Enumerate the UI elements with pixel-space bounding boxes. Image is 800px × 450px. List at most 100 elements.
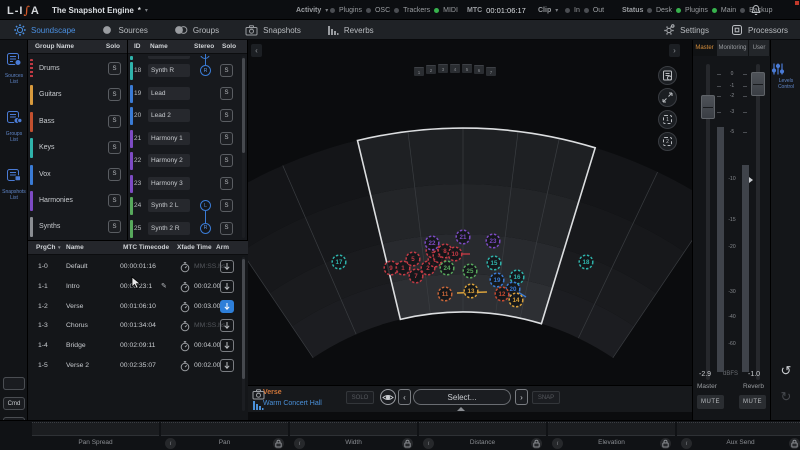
source-dot-18[interactable]: 18 bbox=[578, 254, 594, 270]
stopwatch-icon[interactable] bbox=[180, 321, 190, 332]
lock-icon[interactable] bbox=[273, 438, 284, 449]
param-section-aux-send[interactable]: Aux Send i bbox=[677, 421, 800, 450]
source-dot-24[interactable]: 24 bbox=[439, 260, 455, 276]
stopwatch-icon[interactable] bbox=[180, 281, 190, 293]
source-solo-button[interactable]: S bbox=[220, 199, 233, 212]
lock-icon[interactable] bbox=[660, 438, 671, 449]
speaker-3[interactable]: 3 bbox=[438, 64, 448, 73]
rail-item-snapshots-list[interactable]: Snapshots List bbox=[0, 168, 28, 201]
chevron-down-icon[interactable]: ▾ bbox=[145, 7, 148, 14]
source-dot-25[interactable]: 25 bbox=[462, 263, 478, 279]
group-row[interactable]: Keys S bbox=[28, 135, 128, 161]
param-slider-track[interactable] bbox=[290, 422, 417, 436]
stopwatch-icon[interactable] bbox=[180, 341, 190, 352]
param-slider-track[interactable] bbox=[32, 422, 159, 436]
param-section-distance[interactable]: Distance i bbox=[419, 421, 546, 450]
arm-button[interactable] bbox=[220, 279, 234, 293]
processors-button[interactable]: Processors bbox=[731, 24, 788, 36]
notifications-bell-icon[interactable] bbox=[750, 0, 762, 20]
arm-button[interactable] bbox=[220, 359, 234, 372]
fader-tab-master[interactable]: Master bbox=[693, 40, 717, 56]
lock-icon[interactable] bbox=[402, 438, 413, 449]
clip-menu[interactable]: Clip ▾ bbox=[538, 0, 558, 20]
fader-tab-user[interactable]: User bbox=[749, 40, 770, 56]
snapshot-row[interactable]: 1-3 Chorus 00:01:34:04 MM:SS.hs bbox=[28, 316, 240, 335]
arm-button[interactable] bbox=[220, 260, 234, 273]
param-section-elevation[interactable]: Elevation i bbox=[548, 421, 675, 450]
select-dropdown[interactable]: Select... bbox=[413, 389, 511, 405]
source-dot-23[interactable]: 23 bbox=[485, 233, 501, 249]
snap-toggle-button[interactable]: SNAP bbox=[532, 391, 560, 404]
pan-right-button[interactable]: › bbox=[669, 44, 680, 57]
info-icon[interactable]: i bbox=[552, 438, 563, 449]
view-preset-2-button[interactable]: 2 bbox=[658, 132, 677, 151]
master-fader-knob[interactable] bbox=[701, 95, 715, 119]
fader-tab-monitoring[interactable]: Monitoring bbox=[717, 40, 749, 56]
reverb-fader-knob[interactable] bbox=[751, 72, 765, 96]
param-slider-track[interactable] bbox=[419, 422, 546, 436]
undo-button[interactable]: ↺ bbox=[775, 360, 797, 382]
cmd-key-button[interactable]: Cmd bbox=[3, 397, 25, 410]
source-row[interactable]: 19 Lead S bbox=[128, 83, 242, 105]
param-section-pan[interactable]: Pan i bbox=[161, 421, 288, 450]
source-solo-button[interactable]: S bbox=[220, 221, 233, 235]
source-row[interactable]: 20 Lead 2 S bbox=[128, 105, 242, 127]
select-previous-button[interactable]: ‹ bbox=[398, 389, 411, 405]
arm-button[interactable] bbox=[220, 339, 234, 353]
expand-view-button[interactable] bbox=[658, 88, 677, 107]
session-title[interactable]: The Snapshot Engine * ▾ bbox=[52, 0, 148, 20]
source-dot-21[interactable]: 21 bbox=[455, 229, 471, 245]
stopwatch-icon[interactable] bbox=[180, 361, 190, 372]
source-dot-17[interactable]: 17 bbox=[331, 254, 347, 270]
source-solo-button[interactable]: S bbox=[220, 176, 233, 190]
stereo-badge[interactable]: L bbox=[200, 200, 211, 211]
snapshot-row[interactable]: 1-5 Verse 2 00:02:35:07 00:02.00 bbox=[28, 356, 240, 375]
speaker-2[interactable]: 2 bbox=[426, 65, 436, 74]
source-dot-19[interactable]: 19 bbox=[489, 272, 505, 288]
group-row[interactable]: Harmonies S bbox=[28, 188, 128, 214]
soundscape-view[interactable]: 17 9 1 7 5 2 6 3 4 8 10 22 21 23 24 25 15 16 19 20 11 13 12 14 1… bbox=[248, 40, 692, 420]
tab-groups[interactable]: Groups bbox=[174, 24, 219, 36]
tab-snapshots[interactable]: Snapshots bbox=[245, 24, 301, 36]
redo-button[interactable]: ↻ bbox=[775, 386, 797, 408]
arm-button[interactable] bbox=[220, 299, 234, 313]
speaker-4[interactable]: 4 bbox=[450, 64, 460, 73]
group-row[interactable]: Synths S bbox=[28, 214, 128, 240]
report-list-button[interactable] bbox=[658, 66, 677, 85]
stereo-badge[interactable]: R bbox=[200, 65, 211, 76]
source-row[interactable]: 24 Synth 2 L LS bbox=[128, 195, 242, 223]
drawer-handle-icon[interactable] bbox=[457, 407, 465, 411]
source-solo-button[interactable]: S bbox=[220, 109, 233, 122]
view-preset-1-button[interactable]: 1 bbox=[658, 110, 677, 129]
source-solo-button[interactable]: S bbox=[220, 86, 233, 100]
settings-button[interactable]: Settings bbox=[663, 24, 709, 36]
info-icon[interactable]: i bbox=[294, 438, 305, 449]
group-solo-button[interactable]: S bbox=[108, 167, 121, 181]
group-row[interactable]: Bass S bbox=[28, 109, 128, 135]
stopwatch-icon[interactable] bbox=[180, 262, 190, 273]
group-row[interactable]: Vox S bbox=[28, 162, 128, 188]
activity-menu[interactable]: Activity ▾ bbox=[296, 0, 328, 20]
edit-pencil-icon[interactable]: ✎ bbox=[161, 282, 167, 290]
source-dot-14[interactable]: 14 bbox=[508, 292, 524, 308]
pan-left-button[interactable]: ‹ bbox=[251, 44, 262, 57]
group-row[interactable]: Drums S bbox=[28, 56, 128, 82]
stereo-badge[interactable]: R bbox=[200, 222, 211, 234]
source-dot-22[interactable]: 22 bbox=[424, 235, 440, 251]
info-icon[interactable]: i bbox=[165, 438, 176, 449]
group-solo-button[interactable]: S bbox=[108, 88, 121, 102]
info-icon[interactable]: i bbox=[423, 438, 434, 449]
tab-reverbs[interactable]: Reverbs bbox=[327, 25, 374, 36]
group-solo-button[interactable]: S bbox=[108, 62, 121, 75]
source-dot-7[interactable]: 7 bbox=[408, 268, 424, 284]
source-dot-15[interactable]: 15 bbox=[486, 255, 502, 271]
snapshot-row[interactable]: 1-4 Bridge 00:02:09:11 00:04.00 bbox=[28, 336, 240, 355]
source-dot-13[interactable]: 13 bbox=[463, 283, 479, 299]
source-dot-5[interactable]: 5 bbox=[405, 251, 421, 267]
param-slider-track[interactable] bbox=[161, 422, 288, 436]
speaker-1[interactable]: 1 bbox=[414, 67, 424, 76]
master-mute-button[interactable]: MUTE bbox=[697, 395, 724, 409]
speaker-6[interactable]: 6 bbox=[474, 65, 484, 74]
speaker-fan-visualization[interactable]: 179 17526348 1022212324 251516192011 13 12141… bbox=[248, 40, 692, 385]
snapshot-row[interactable]: 1-2 Verse 00:01:06:10 00:03.00 bbox=[28, 297, 240, 316]
